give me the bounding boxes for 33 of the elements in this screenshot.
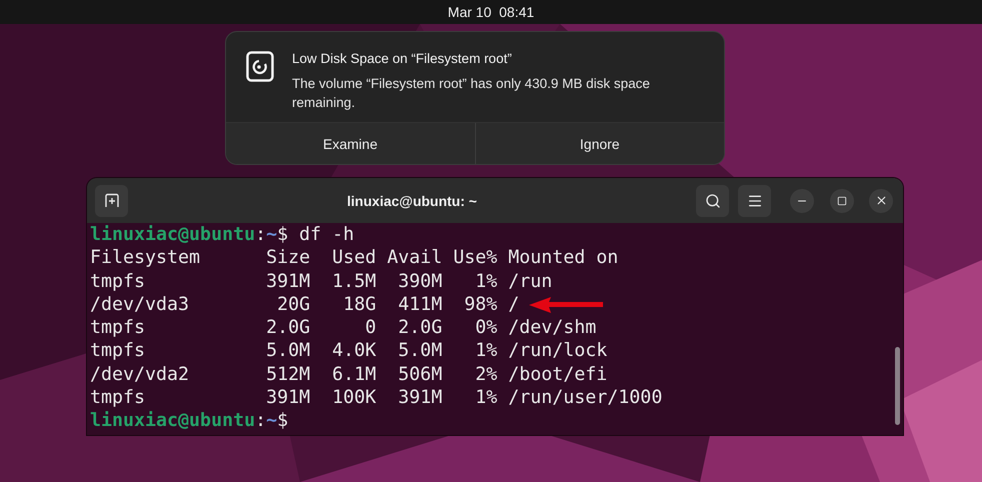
scrollbar[interactable] bbox=[895, 347, 900, 425]
output-line: tmpfs 2.0G 0 2.0G 0% /dev/shm bbox=[90, 316, 596, 340]
output-line: /dev/vda2 512M 6.1M 506M 2% /boot/efi bbox=[90, 362, 608, 386]
new-tab-button[interactable] bbox=[95, 184, 128, 216]
window-title: linuxiac@ubuntu: ~ bbox=[346, 192, 478, 208]
notification-title: Low Disk Space on “Filesystem root” bbox=[292, 50, 513, 68]
search-button[interactable] bbox=[696, 184, 729, 216]
prompt-separator: : bbox=[255, 409, 266, 433]
prompt-separator: : bbox=[255, 223, 266, 246]
menu-icon bbox=[746, 192, 762, 208]
notification-action-button[interactable]: Examine bbox=[226, 123, 474, 164]
output-line: tmpfs 5.0M 4.0K 5.0M 1% /run/lock bbox=[90, 339, 608, 363]
prompt-user: linuxiac@ubuntu bbox=[90, 223, 256, 246]
close-icon bbox=[874, 194, 888, 207]
new-tab-icon bbox=[104, 192, 120, 208]
output-line: Filesystem Size Used Avail Use% Mounted on bbox=[90, 246, 618, 270]
output-line: tmpfs 391M 100K 391M 1% /run/user/1000 bbox=[90, 386, 662, 410]
maximize-icon bbox=[837, 196, 847, 206]
output-line: /dev/vda3 20G 18G 411M 98% / bbox=[90, 292, 520, 316]
prompt-user: linuxiac@ubuntu bbox=[90, 409, 256, 433]
notification-action-button[interactable]: Ignore bbox=[474, 123, 724, 164]
notification-message: The volume “Filesystem root” has only 430.9 MB disk space remaining. bbox=[292, 75, 651, 112]
prompt-symbol: $ bbox=[277, 223, 288, 246]
maximize-button[interactable] bbox=[830, 188, 854, 212]
close-button[interactable] bbox=[869, 188, 893, 212]
output-line: tmpfs 391M 1.5M 390M 1% /run bbox=[90, 270, 552, 293]
command-text: df -h bbox=[299, 223, 354, 246]
menu-button[interactable] bbox=[738, 184, 771, 216]
search-icon bbox=[704, 192, 720, 208]
prompt-path: ~ bbox=[266, 409, 278, 433]
prompt-symbol: $ bbox=[277, 409, 288, 433]
clock[interactable]: Mar 10 08:41 bbox=[448, 4, 534, 20]
prompt-path: ~ bbox=[266, 223, 278, 246]
